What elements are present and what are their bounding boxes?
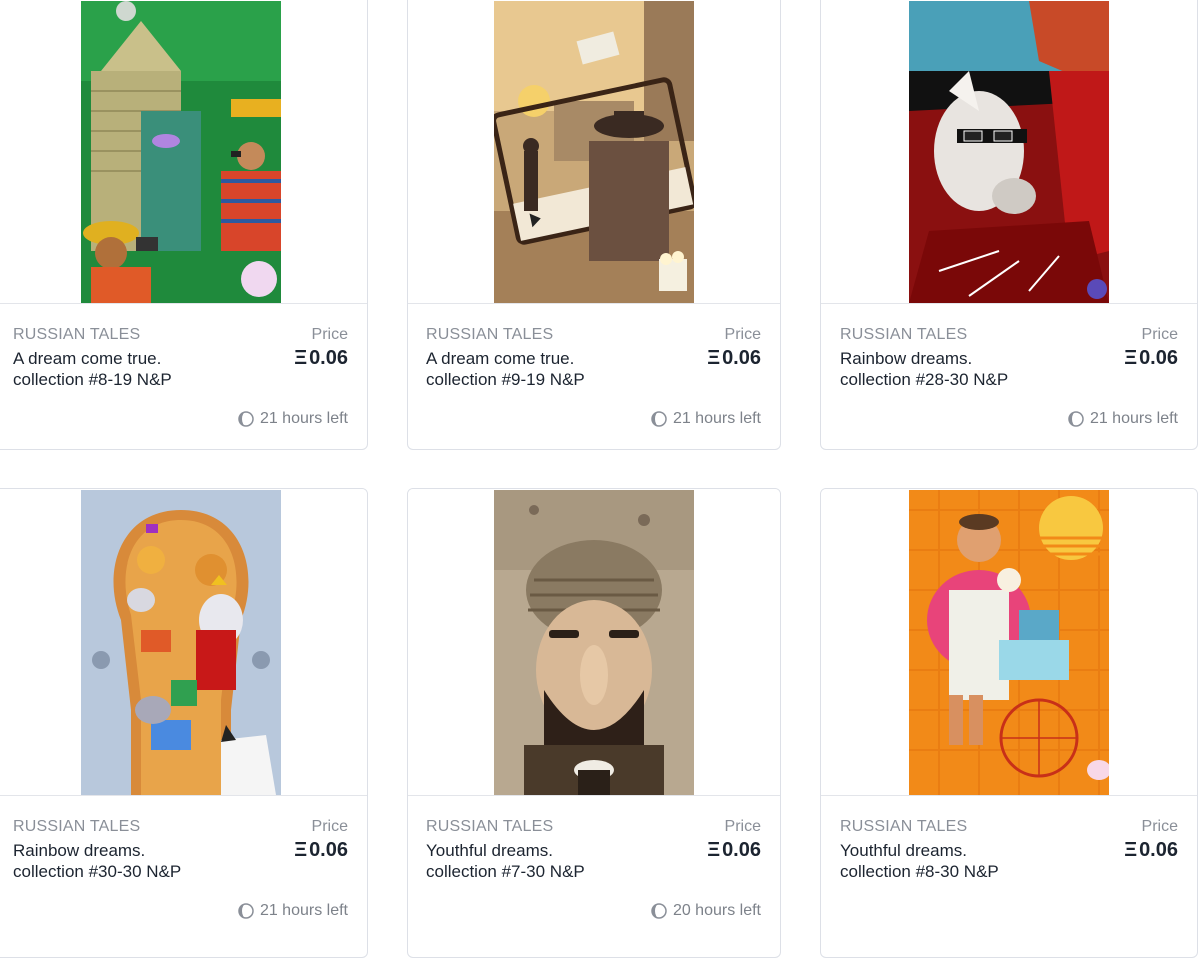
title-line-2: collection #7-30 N&P bbox=[426, 862, 585, 881]
nft-title[interactable]: Rainbow dreams. collection #28-30 N&P bbox=[840, 348, 1090, 390]
artwork-image-dog-car bbox=[909, 1, 1109, 303]
artwork-image-bearded-man bbox=[494, 490, 694, 795]
nft-artwork-frame[interactable] bbox=[0, 489, 367, 796]
price-label: Price bbox=[311, 818, 348, 835]
nft-artwork-frame[interactable] bbox=[408, 489, 780, 796]
time-left-text: 21 hours left bbox=[259, 902, 348, 919]
price-value: Ξ 0.06 bbox=[294, 347, 348, 370]
nft-card-5[interactable]: RUSSIAN TALES Youthful dreams. collectio… bbox=[407, 488, 781, 958]
artwork-image-keyhole bbox=[81, 490, 281, 795]
price-label: Price bbox=[724, 326, 761, 343]
price-label: Price bbox=[1141, 326, 1178, 343]
nft-card-1[interactable]: RUSSIAN TALES A dream come true. collect… bbox=[0, 0, 368, 450]
price-amount: 0.06 bbox=[1139, 839, 1178, 861]
time-left-text: 21 hours left bbox=[259, 410, 348, 427]
nft-title[interactable]: Youthful dreams. collection #8-30 N&P bbox=[840, 840, 1090, 882]
price-label: Price bbox=[1141, 818, 1178, 835]
price-amount: 0.06 bbox=[309, 839, 348, 861]
ethereum-icon: Ξ bbox=[294, 839, 308, 861]
title-line-2: collection #8-30 N&P bbox=[840, 862, 999, 881]
collection-brand[interactable]: RUSSIAN TALES bbox=[426, 326, 553, 344]
time-left-text: 21 hours left bbox=[1089, 410, 1178, 427]
price-value: Ξ 0.06 bbox=[294, 839, 348, 862]
price-amount: 0.06 bbox=[309, 347, 348, 369]
collection-brand[interactable]: RUSSIAN TALES bbox=[840, 818, 967, 836]
title-line-1: A dream come true. bbox=[426, 349, 575, 368]
nft-title[interactable]: Youthful dreams. collection #7-30 N&P bbox=[426, 840, 676, 882]
artwork-image-western bbox=[494, 1, 694, 303]
nft-card-4[interactable]: RUSSIAN TALES Rainbow dreams. collection… bbox=[0, 488, 368, 958]
price-label: Price bbox=[311, 326, 348, 343]
ethereum-icon: Ξ bbox=[707, 839, 721, 861]
artwork-image-jungle bbox=[81, 1, 281, 303]
title-line-2: collection #9-19 N&P bbox=[426, 370, 585, 389]
price-value: Ξ 0.06 bbox=[1124, 347, 1178, 370]
price-label: Price bbox=[724, 818, 761, 835]
card-info: RUSSIAN TALES Rainbow dreams. collection… bbox=[821, 304, 1197, 449]
time-left-text: 21 hours left bbox=[672, 410, 761, 427]
title-line-2: collection #28-30 N&P bbox=[840, 370, 1009, 389]
ethereum-icon: Ξ bbox=[294, 347, 308, 369]
title-line-2: collection #30-30 N&P bbox=[13, 862, 182, 881]
nft-artwork-frame[interactable] bbox=[821, 489, 1197, 796]
time-left: 20 hours left bbox=[651, 902, 761, 920]
nft-title[interactable]: A dream come true. collection #8-19 N&P bbox=[13, 348, 263, 390]
title-line-1: Rainbow dreams. bbox=[13, 841, 146, 860]
card-info: RUSSIAN TALES A dream come true. collect… bbox=[0, 304, 367, 449]
price-value: Ξ 0.06 bbox=[1124, 839, 1178, 862]
ethereum-icon: Ξ bbox=[707, 347, 721, 369]
timer-icon bbox=[651, 903, 667, 919]
collection-brand[interactable]: RUSSIAN TALES bbox=[13, 326, 140, 344]
price-amount: 0.06 bbox=[722, 347, 761, 369]
nft-card-6[interactable]: RUSSIAN TALES Youthful dreams. collectio… bbox=[820, 488, 1198, 958]
timer-icon bbox=[238, 411, 254, 427]
card-info: RUSSIAN TALES Youthful dreams. collectio… bbox=[821, 796, 1197, 946]
time-left: 21 hours left bbox=[238, 410, 348, 428]
nft-artwork-frame[interactable] bbox=[408, 1, 780, 304]
title-line-1: Rainbow dreams. bbox=[840, 349, 973, 368]
price-value: Ξ 0.06 bbox=[707, 839, 761, 862]
timer-icon bbox=[238, 903, 254, 919]
ethereum-icon: Ξ bbox=[1124, 839, 1138, 861]
collection-brand[interactable]: RUSSIAN TALES bbox=[426, 818, 553, 836]
nft-artwork-frame[interactable] bbox=[821, 1, 1197, 304]
card-info: RUSSIAN TALES Youthful dreams. collectio… bbox=[408, 796, 780, 946]
nft-card-2[interactable]: RUSSIAN TALES A dream come true. collect… bbox=[407, 0, 781, 450]
card-info: RUSSIAN TALES Rainbow dreams. collection… bbox=[0, 796, 367, 946]
title-line-1: Youthful dreams. bbox=[840, 841, 967, 860]
price-amount: 0.06 bbox=[722, 839, 761, 861]
nft-title[interactable]: A dream come true. collection #9-19 N&P bbox=[426, 348, 676, 390]
nft-card-3[interactable]: RUSSIAN TALES Rainbow dreams. collection… bbox=[820, 0, 1198, 450]
artwork-image-ice-cream bbox=[909, 490, 1109, 795]
title-line-1: Youthful dreams. bbox=[426, 841, 553, 860]
ethereum-icon: Ξ bbox=[1124, 347, 1138, 369]
time-left: 21 hours left bbox=[651, 410, 761, 428]
time-left: 21 hours left bbox=[238, 902, 348, 920]
nft-artwork-frame[interactable] bbox=[0, 1, 367, 304]
price-value: Ξ 0.06 bbox=[707, 347, 761, 370]
collection-brand[interactable]: RUSSIAN TALES bbox=[13, 818, 140, 836]
card-info: RUSSIAN TALES A dream come true. collect… bbox=[408, 304, 780, 449]
price-amount: 0.06 bbox=[1139, 347, 1178, 369]
title-line-1: A dream come true. bbox=[13, 349, 162, 368]
title-line-2: collection #8-19 N&P bbox=[13, 370, 172, 389]
time-left: 21 hours left bbox=[1068, 410, 1178, 428]
timer-icon bbox=[651, 411, 667, 427]
nft-title[interactable]: Rainbow dreams. collection #30-30 N&P bbox=[13, 840, 263, 882]
time-left-text: 20 hours left bbox=[672, 902, 761, 919]
timer-icon bbox=[1068, 411, 1084, 427]
collection-brand[interactable]: RUSSIAN TALES bbox=[840, 326, 967, 344]
